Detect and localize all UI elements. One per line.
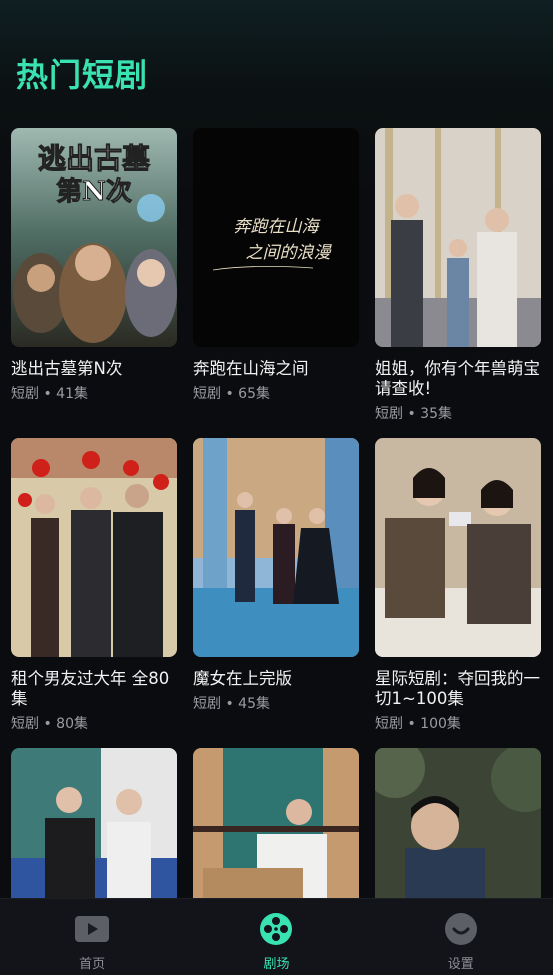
drama-grid: 逃出古墓 第N次 逃出古墓第N次 短剧 • 41集 奔跑在山海 之间的浪漫 奔跑… <box>11 128 541 898</box>
drama-card[interactable] <box>375 748 541 898</box>
drama-poster[interactable] <box>375 748 541 898</box>
drama-poster[interactable] <box>11 748 177 898</box>
drama-poster[interactable] <box>193 748 359 898</box>
drama-title[interactable]: 姐姐，你有个年兽萌宝请查收! <box>375 359 541 399</box>
drama-poster[interactable]: 逃出古墓 第N次 <box>11 128 177 347</box>
poster-title-text: 第N次 <box>56 176 132 207</box>
smile-icon <box>443 911 479 947</box>
tab-theater-label: 剧场 <box>263 957 290 972</box>
drama-meta: 短剧 • 41集 <box>11 386 88 402</box>
drama-title[interactable]: 奔跑在山海之间 <box>193 359 359 379</box>
drama-title[interactable]: 逃出古墓第N次 <box>11 359 177 379</box>
film-reel-icon <box>258 911 294 947</box>
poster-title-text: 奔跑在山海 <box>234 217 322 237</box>
drama-meta: 短剧 • 45集 <box>193 696 270 712</box>
drama-card[interactable]: 星际短剧：夺回我的一切1~100集 短剧 • 100集 <box>375 438 541 748</box>
drama-poster[interactable]: 奔跑在山海 之间的浪漫 <box>193 128 359 347</box>
poster-title-text: 之间的浪漫 <box>246 243 333 263</box>
drama-title[interactable]: 租个男友过大年 全80集 <box>11 669 177 709</box>
drama-poster[interactable] <box>11 438 177 657</box>
drama-meta: 短剧 • 35集 <box>375 406 452 422</box>
page-title: 热门短剧 <box>16 56 149 94</box>
bottom-tab-bar: 首页 剧场 设置 <box>0 898 553 975</box>
drama-meta: 短剧 • 100集 <box>375 716 461 732</box>
drama-card[interactable] <box>193 748 359 898</box>
tab-theater[interactable]: 剧场 <box>216 899 336 972</box>
drama-card[interactable]: 姐姐，你有个年兽萌宝请查收! 短剧 • 35集 <box>375 128 541 438</box>
drama-title[interactable]: 魔女在上完版 <box>193 669 359 689</box>
tab-home[interactable]: 首页 <box>32 899 152 972</box>
poster-title-text: 逃出古墓 <box>38 142 151 175</box>
tab-home-label: 首页 <box>79 957 106 972</box>
tab-settings-label: 设置 <box>447 957 474 972</box>
drama-card[interactable] <box>11 748 177 898</box>
play-icon <box>74 911 110 947</box>
drama-card[interactable]: 魔女在上完版 短剧 • 45集 <box>193 438 359 748</box>
drama-card[interactable]: 逃出古墓 第N次 逃出古墓第N次 短剧 • 41集 <box>11 128 177 438</box>
drama-poster[interactable] <box>375 128 541 347</box>
drama-card[interactable]: 奔跑在山海 之间的浪漫 奔跑在山海之间 短剧 • 65集 <box>193 128 359 438</box>
drama-meta: 短剧 • 80集 <box>11 716 88 732</box>
drama-title[interactable]: 星际短剧：夺回我的一切1~100集 <box>375 669 541 709</box>
tab-settings[interactable]: 设置 <box>401 899 521 972</box>
drama-card[interactable]: 租个男友过大年 全80集 短剧 • 80集 <box>11 438 177 748</box>
drama-poster[interactable] <box>375 438 541 657</box>
drama-meta: 短剧 • 65集 <box>193 386 270 402</box>
drama-poster[interactable] <box>193 438 359 657</box>
